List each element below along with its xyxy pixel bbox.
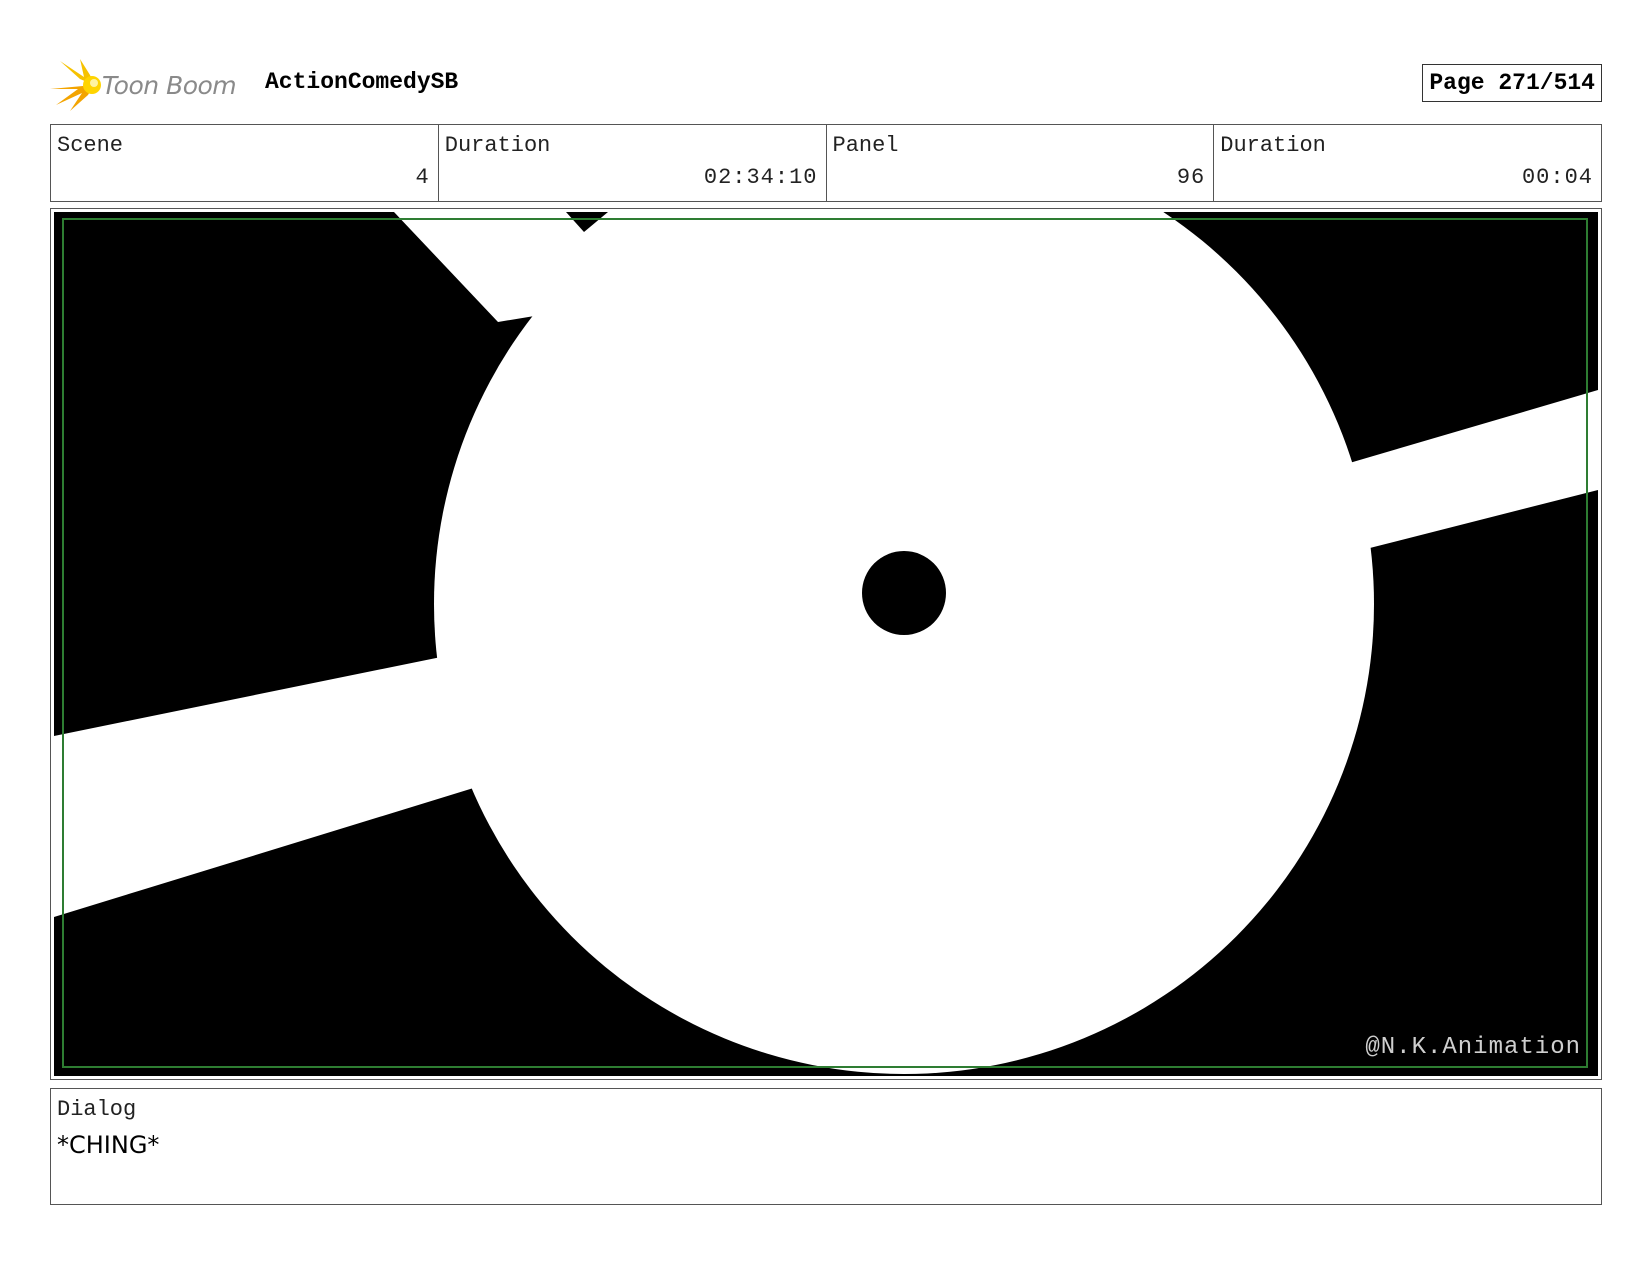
toon-boom-logo: Toon Boom — [50, 59, 237, 111]
panel-duration-cell: Duration 00:04 — [1214, 125, 1601, 201]
dialog-box: Dialog *CHING* — [50, 1088, 1602, 1205]
page-header: Toon Boom ActionComedySB Page 271/514 — [50, 55, 1602, 115]
scene-cell: Scene 4 — [51, 125, 439, 201]
storyboard-panel: @N.K.Animation — [50, 208, 1602, 1080]
project-title: ActionComedySB — [265, 69, 459, 95]
dialog-label: Dialog — [57, 1097, 137, 1122]
panel-label: Panel — [832, 133, 899, 158]
watermark: @N.K.Animation — [1365, 1034, 1581, 1061]
dialog-text: *CHING* — [57, 1131, 160, 1159]
panel-cell: Panel 96 — [827, 125, 1215, 201]
panel-value: 96 — [1176, 165, 1206, 190]
page-number: Page 271/514 — [1422, 64, 1602, 102]
panel-info-table: Scene 4 Duration 02:34:10 Panel 96 Durat… — [50, 124, 1602, 202]
scene-duration-label: Duration — [444, 133, 551, 158]
scene-duration-value: 02:34:10 — [703, 165, 818, 190]
panel-duration-label: Duration — [1220, 133, 1326, 158]
panel-duration-value: 00:04 — [1521, 165, 1593, 190]
logo-text: Toon Boom — [102, 70, 237, 100]
scene-label: Scene — [57, 133, 124, 158]
scene-duration-cell: Duration 02:34:10 — [439, 125, 827, 201]
panel-drawing — [54, 212, 1598, 1076]
starburst-icon — [50, 59, 101, 111]
scene-value: 4 — [415, 165, 430, 190]
disc-center-hole — [862, 551, 946, 635]
